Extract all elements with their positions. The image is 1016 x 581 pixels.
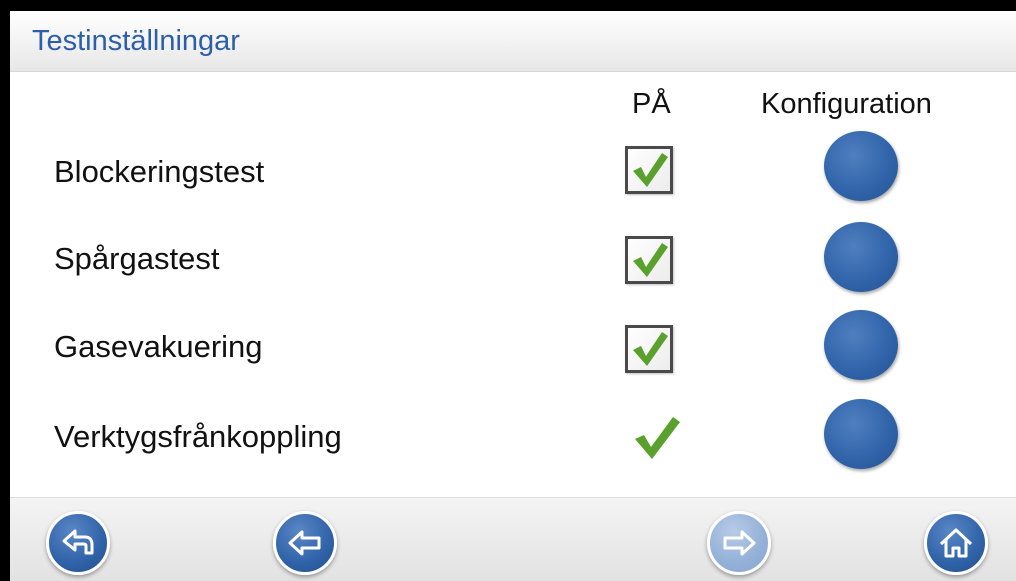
column-header-configuration: Konfiguration: [761, 88, 932, 120]
return-arrow-icon: [62, 529, 94, 555]
on-checkbox[interactable]: [625, 236, 673, 284]
home-button[interactable]: [924, 511, 988, 575]
forward-arrow-icon: [723, 530, 756, 556]
test-label: Gasevakuering: [54, 329, 263, 364]
bottom-nav-bar: [10, 497, 1016, 581]
test-label: Spårgastest: [54, 241, 220, 276]
configuration-button[interactable]: [824, 399, 898, 469]
configuration-button[interactable]: [824, 131, 898, 201]
forward-button[interactable]: [707, 511, 771, 575]
configuration-button[interactable]: [824, 222, 898, 292]
checkmark-icon: [633, 332, 668, 366]
page-title: Testinställningar: [32, 25, 240, 57]
test-row-gasevakuering: Gasevakuering: [10, 309, 1016, 389]
checkmark-icon: [633, 153, 668, 187]
app-screen: Testinställningar PÅ Konfiguration Block…: [10, 11, 1016, 581]
title-bar: Testinställningar: [10, 11, 1016, 72]
test-row-verktygsfrankoppling: Verktygsfrånkoppling: [10, 397, 1016, 477]
configuration-button[interactable]: [824, 310, 898, 380]
test-row-blockeringstest: Blockeringstest: [10, 131, 1016, 211]
on-checkbox[interactable]: [625, 146, 673, 194]
back-button[interactable]: [273, 511, 337, 575]
test-label: Blockeringstest: [54, 154, 265, 189]
checkmark-icon: [633, 243, 668, 277]
test-row-spargastest: Spårgastest: [10, 221, 1016, 301]
test-label: Verktygsfrånkoppling: [54, 419, 342, 454]
return-button[interactable]: [46, 511, 110, 575]
column-header-on: PÅ: [632, 88, 671, 120]
on-checkbox[interactable]: [625, 325, 673, 373]
checkmark-icon: [635, 417, 680, 459]
home-icon: [939, 528, 973, 558]
back-arrow-icon: [288, 530, 321, 556]
on-checkmark[interactable]: [631, 415, 683, 461]
